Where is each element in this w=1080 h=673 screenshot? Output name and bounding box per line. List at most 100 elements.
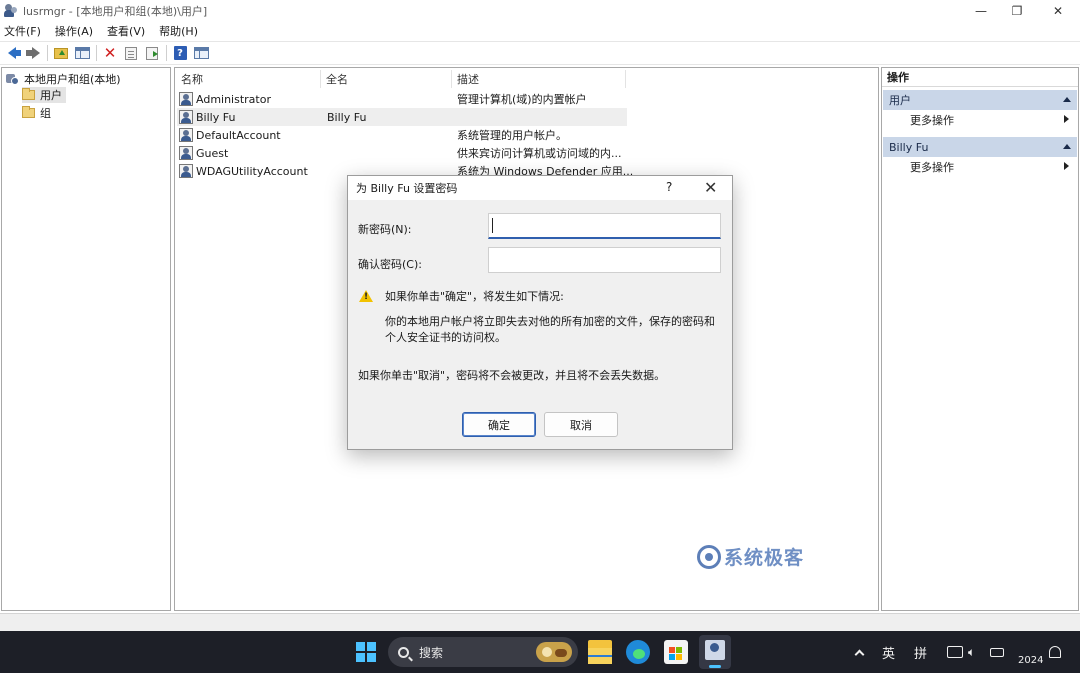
menu-file[interactable]: 文件(F) xyxy=(4,23,41,39)
folder-icon xyxy=(22,88,35,100)
user-description: 供来宾访问计算机或访问域的内... xyxy=(457,147,622,160)
action-label: 更多操作 xyxy=(910,114,954,127)
user-icon xyxy=(179,164,193,178)
user-icon xyxy=(179,92,193,106)
clock[interactable]: 2024 xyxy=(1018,639,1043,673)
dialog-close-button[interactable]: ✕ xyxy=(704,178,717,197)
actions-title: 操作 xyxy=(882,68,1078,87)
users-app-icon xyxy=(4,3,18,18)
edge-icon[interactable] xyxy=(626,640,650,664)
delete-icon[interactable]: ✕ xyxy=(101,44,119,62)
action-more-actions[interactable]: 更多操作 xyxy=(883,157,1077,177)
submenu-arrow-icon xyxy=(1064,162,1069,170)
menu-view[interactable]: 查看(V) xyxy=(107,23,145,39)
network-icon[interactable] xyxy=(947,631,963,673)
toolbar-separator xyxy=(166,45,167,61)
column-header-description[interactable]: 描述 xyxy=(457,70,479,88)
column-divider[interactable] xyxy=(625,70,626,88)
watermark-text: 系统极客 xyxy=(724,547,805,569)
show-hide-tree-icon[interactable] xyxy=(73,44,91,62)
menu-help[interactable]: 帮助(H) xyxy=(159,23,198,39)
cancel-button[interactable]: 取消 xyxy=(544,412,618,437)
menu-bar: 文件(F) 操作(A) 查看(V) 帮助(H) xyxy=(0,22,1080,40)
toolbar-separator xyxy=(96,45,97,61)
action-pane-icon[interactable] xyxy=(192,44,210,62)
battery-icon[interactable] xyxy=(990,631,1004,673)
watermark-logo-icon xyxy=(697,544,721,569)
title-bar: lusrmgr - [本地用户和组(本地)\用户] — ❐ ✕ xyxy=(0,0,1080,21)
dialog-title-bar: 为 Billy Fu 设置密码 ? ✕ xyxy=(348,176,732,200)
show-hidden-icons-button[interactable] xyxy=(854,631,865,673)
column-header-name[interactable]: 名称 xyxy=(181,70,203,88)
restore-button[interactable]: ❐ xyxy=(997,0,1037,21)
dialog-title: 为 Billy Fu 设置密码 xyxy=(356,182,458,195)
warning-icon xyxy=(359,290,373,302)
table-row-selected[interactable]: Billy Fu Billy Fu xyxy=(177,108,627,126)
ime-name[interactable]: 拼 xyxy=(914,631,927,673)
export-list-icon[interactable] xyxy=(143,44,161,62)
notification-icon[interactable] xyxy=(1049,631,1061,673)
user-name: DefaultAccount xyxy=(196,128,281,142)
user-icon xyxy=(179,110,193,124)
ime-mode[interactable]: 英 xyxy=(882,631,895,673)
column-divider[interactable] xyxy=(451,70,452,88)
table-row[interactable]: DefaultAccount 系统管理的用户帐户。 xyxy=(177,126,627,144)
tree-item-users[interactable]: 用户 xyxy=(22,87,66,103)
table-row[interactable]: Administrator 管理计算机(域)的内置帐户 xyxy=(177,90,627,108)
help-icon[interactable]: ? xyxy=(171,44,189,62)
user-fullname: Billy Fu xyxy=(327,110,367,124)
console-tree: 本地用户和组(本地) 用户 组 xyxy=(1,67,171,611)
submenu-arrow-icon xyxy=(1064,115,1069,123)
start-icon[interactable] xyxy=(356,642,376,662)
action-more-actions[interactable]: 更多操作 xyxy=(883,110,1077,130)
forward-icon[interactable] xyxy=(24,44,42,62)
user-name: Administrator xyxy=(196,92,271,106)
store-icon[interactable] xyxy=(664,640,688,664)
new-password-label: 新密码(N): xyxy=(358,223,412,236)
user-name: Billy Fu xyxy=(196,110,236,124)
up-folder-icon[interactable] xyxy=(52,44,70,62)
set-password-dialog: 为 Billy Fu 设置密码 ? ✕ 新密码(N): 确认密码(C): 如果你… xyxy=(347,175,733,450)
menu-action[interactable]: 操作(A) xyxy=(55,23,93,39)
taskbar-search[interactable]: 搜索 xyxy=(388,637,578,667)
new-password-field[interactable] xyxy=(488,213,721,239)
warning-heading: 如果你单击"确定"，将发生如下情况: xyxy=(385,290,564,303)
actions-section-users[interactable]: 用户 xyxy=(883,90,1077,110)
status-bar xyxy=(0,613,1080,631)
user-icon xyxy=(179,128,193,142)
user-description: 系统管理的用户帐户。 xyxy=(457,129,567,142)
tree-item-label: 用户 xyxy=(40,89,62,102)
search-highlight-icon xyxy=(536,642,572,662)
confirm-password-label: 确认密码(C): xyxy=(358,258,422,271)
minimize-button[interactable]: — xyxy=(961,0,1001,21)
action-label: 更多操作 xyxy=(910,161,954,174)
user-icon xyxy=(179,146,193,160)
back-icon[interactable] xyxy=(3,44,21,62)
folder-icon xyxy=(22,106,35,118)
user-description: 管理计算机(域)的内置帐户 xyxy=(457,93,587,106)
tree-item-groups[interactable]: 组 xyxy=(22,105,55,121)
active-indicator xyxy=(709,665,721,668)
warning-body: 你的本地用户帐户将立即失去对他的所有加密的文件，保存的密码和个人安全证书的访问权… xyxy=(385,315,715,344)
collapse-icon[interactable] xyxy=(1063,144,1071,149)
file-explorer-icon[interactable] xyxy=(588,640,612,664)
section-heading: 用户 xyxy=(889,94,911,107)
ok-button[interactable]: 确定 xyxy=(462,412,536,437)
table-row[interactable]: Guest 供来宾访问计算机或访问域的内... xyxy=(177,144,627,162)
dialog-help-button[interactable]: ? xyxy=(666,180,672,194)
volume-icon[interactable]: 🔈︎ xyxy=(968,631,975,673)
user-name: Guest xyxy=(196,146,229,160)
collapse-icon[interactable] xyxy=(1063,97,1071,102)
column-header-fullname[interactable]: 全名 xyxy=(326,70,348,88)
text-cursor xyxy=(492,218,493,233)
column-divider[interactable] xyxy=(320,70,321,88)
tree-root-label: 本地用户和组(本地) xyxy=(24,73,121,86)
confirm-password-field[interactable] xyxy=(488,247,721,273)
properties-icon[interactable] xyxy=(122,44,140,62)
lusrmgr-icon xyxy=(705,640,725,660)
close-window-button[interactable]: ✕ xyxy=(1038,0,1078,21)
taskbar-app-lusrmgr[interactable] xyxy=(699,635,731,669)
tree-root[interactable]: 本地用户和组(本地) xyxy=(6,71,121,87)
actions-section-billy-fu[interactable]: Billy Fu xyxy=(883,137,1077,157)
taskbar: 搜索 英 拼 🔈︎ 2024 xyxy=(0,631,1080,673)
